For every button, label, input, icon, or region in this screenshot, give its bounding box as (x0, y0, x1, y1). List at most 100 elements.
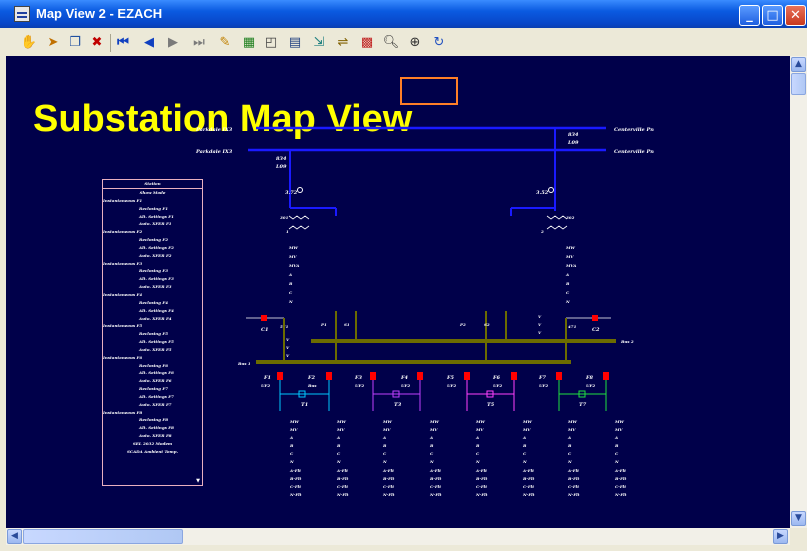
panel-row[interactable]: Alt. Settings F7 (103, 393, 202, 401)
meter-labels-right: MW MV MVA A B C N (565, 245, 576, 304)
feeder-tie-cyan: T1 (279, 380, 330, 411)
panel-row[interactable]: Auto. XFER F8 (103, 432, 202, 440)
svg-text:B: B (565, 281, 570, 286)
panel-row[interactable]: Alt. Settings F8 (103, 424, 202, 432)
scroll-down-icon[interactable]: ▼ (791, 511, 806, 526)
svg-text:MV: MV (522, 427, 531, 432)
vertical-scroll-thumb[interactable] (791, 73, 806, 95)
panel-row[interactable]: Auto. XFER F1 (103, 220, 202, 228)
svg-text:C: C (290, 451, 294, 456)
panel-row[interactable]: Show Mode (103, 189, 202, 197)
panel-row[interactable]: Auto. XFER F2 (103, 252, 202, 260)
hand-icon[interactable]: ✋ (20, 34, 38, 52)
svg-text:A: A (614, 435, 618, 440)
map-canvas[interactable]: Substation Map View Parkdale IX3 Parkdal… (6, 56, 790, 528)
panel-row[interactable]: Instantaneous F8 (103, 409, 202, 417)
chart-icon[interactable]: ▦ (240, 34, 258, 52)
svg-text:N: N (289, 459, 294, 464)
close-button[interactable]: ✕ (785, 5, 806, 26)
prev-record-icon[interactable]: ◀ (140, 34, 158, 52)
svg-text:MV: MV (614, 427, 623, 432)
svg-text:N: N (382, 459, 387, 464)
panel-row[interactable]: Instantaneous F1 (103, 197, 202, 205)
svg-text:V: V (538, 314, 542, 319)
panel-row[interactable]: Instantaneous F4 (103, 291, 202, 299)
svg-text:MV: MV (565, 254, 574, 259)
scroll-left-icon[interactable]: ◀ (7, 529, 22, 544)
panel-row[interactable]: Auto. XFER F3 (103, 283, 202, 291)
svg-text:C: C (523, 451, 527, 456)
globe-icon[interactable]: ⊕ (406, 34, 424, 52)
panel-row[interactable]: Alt. Settings F5 (103, 338, 202, 346)
svg-text:F1: F1 (263, 375, 271, 381)
minimize-button[interactable]: _ (739, 5, 760, 26)
switch-icon (548, 187, 554, 193)
svg-text:A: A (289, 435, 293, 440)
svg-text:N: N (475, 459, 480, 464)
panel-scroll-arrow-icon[interactable]: ▼ (196, 478, 200, 484)
select-icon[interactable]: ➤ (44, 34, 62, 52)
svg-text:B: B (522, 443, 527, 448)
panel-row[interactable]: Auto. XFER F4 (103, 315, 202, 323)
title-bar[interactable]: Map View 2 - EZACH _ □ ✕ (0, 0, 807, 28)
horizontal-scrollbar[interactable]: ◀ ▶ (6, 528, 790, 545)
form-icon[interactable]: ▤ (286, 34, 304, 52)
svg-text:A-Flt: A-Flt (336, 468, 348, 473)
svg-text:T3: T3 (394, 402, 402, 408)
svg-text:C-Flt: C-Flt (337, 484, 348, 489)
svg-text:B: B (382, 443, 387, 448)
svg-text:N-Flt: N-Flt (475, 492, 488, 497)
panel-row[interactable]: Alt. Settings F3 (103, 275, 202, 283)
panel-row[interactable]: Auto. XFER F5 (103, 346, 202, 354)
svg-text:MV: MV (288, 254, 297, 259)
panel-row[interactable]: Auto. XFER F6 (103, 377, 202, 385)
panel-row[interactable]: Reclosing F7 (103, 385, 202, 393)
svg-text:MW: MW (565, 245, 575, 250)
scroll-right-icon[interactable]: ▶ (773, 529, 788, 544)
next-record-icon[interactable]: ▶ (164, 34, 182, 52)
panel-rows: Show Mode Instantaneous F1 Reclosing F1 Alt… (103, 189, 202, 456)
panel-row[interactable]: SCADA Ambient Temp. (103, 448, 202, 456)
delete-icon[interactable]: ✖ (88, 34, 106, 52)
last-record-icon[interactable]: ⏭ (190, 34, 208, 52)
grid-icon[interactable]: ▩ (358, 34, 376, 52)
window-icon[interactable]: ◰ (262, 34, 280, 52)
panel-row[interactable]: Alt. Settings F1 (103, 213, 202, 221)
panel-row[interactable]: Reclosing F4 (103, 299, 202, 307)
panel-row[interactable]: Reclosing F8 (103, 416, 202, 424)
zoom-icon[interactable]: 🔍︎ (382, 34, 400, 52)
svg-text:B: B (429, 443, 434, 448)
feeder-breaker (556, 372, 562, 380)
panel-row[interactable]: Reclosing F5 (103, 330, 202, 338)
svg-text:C: C (615, 451, 619, 456)
panel-row[interactable]: Reclosing F2 (103, 236, 202, 244)
svg-text:C-Flt: C-Flt (568, 484, 579, 489)
maximize-button[interactable]: □ (762, 5, 783, 26)
edit-icon[interactable]: ✎ (216, 34, 234, 52)
panel-row[interactable]: SEL 2032 Modem (103, 440, 202, 448)
export-icon[interactable]: ⇲ (310, 34, 328, 52)
svg-text:C-Flt: C-Flt (290, 484, 301, 489)
panel-row[interactable]: Reclosing F6 (103, 362, 202, 370)
station-status-panel[interactable]: Station Show Mode Instantaneous F1 Reclosi… (102, 179, 203, 486)
panel-row[interactable]: Reclosing F1 (103, 205, 202, 213)
panel-row[interactable]: Reclosing F3 (103, 267, 202, 275)
panel-row[interactable]: Alt. Settings F4 (103, 307, 202, 315)
horizontal-scroll-thumb[interactable] (23, 529, 183, 544)
svg-text:N-Flt: N-Flt (429, 492, 442, 497)
panel-row[interactable]: Instantaneous F3 (103, 260, 202, 268)
refresh-icon[interactable]: ↻ (430, 34, 448, 52)
panel-row[interactable]: Alt. Settings F6 (103, 369, 202, 377)
scroll-up-icon[interactable]: ▲ (791, 57, 806, 72)
panel-row[interactable]: Auto. XFER F7 (103, 401, 202, 409)
svg-text:F4: F4 (400, 375, 409, 381)
panel-row[interactable]: Instantaneous F5 (103, 322, 202, 330)
toolbar: ✋ ➤ ❐ ✖ ⏮ ◀ ▶ ⏭ ✎ ▦ ◰ ▤ ⇲ ⇌ ▩ 🔍︎ ⊕ ↻ (4, 30, 804, 57)
panel-row[interactable]: Alt. Settings F2 (103, 244, 202, 252)
link-icon[interactable]: ⇌ (334, 34, 352, 52)
first-record-icon[interactable]: ⏮ (114, 34, 132, 52)
copy-icon[interactable]: ❐ (66, 34, 84, 52)
panel-row[interactable]: Instantaneous F2 (103, 228, 202, 236)
panel-row[interactable]: Instantaneous F6 (103, 354, 202, 362)
vertical-scrollbar[interactable]: ▲ ▼ (790, 56, 807, 528)
